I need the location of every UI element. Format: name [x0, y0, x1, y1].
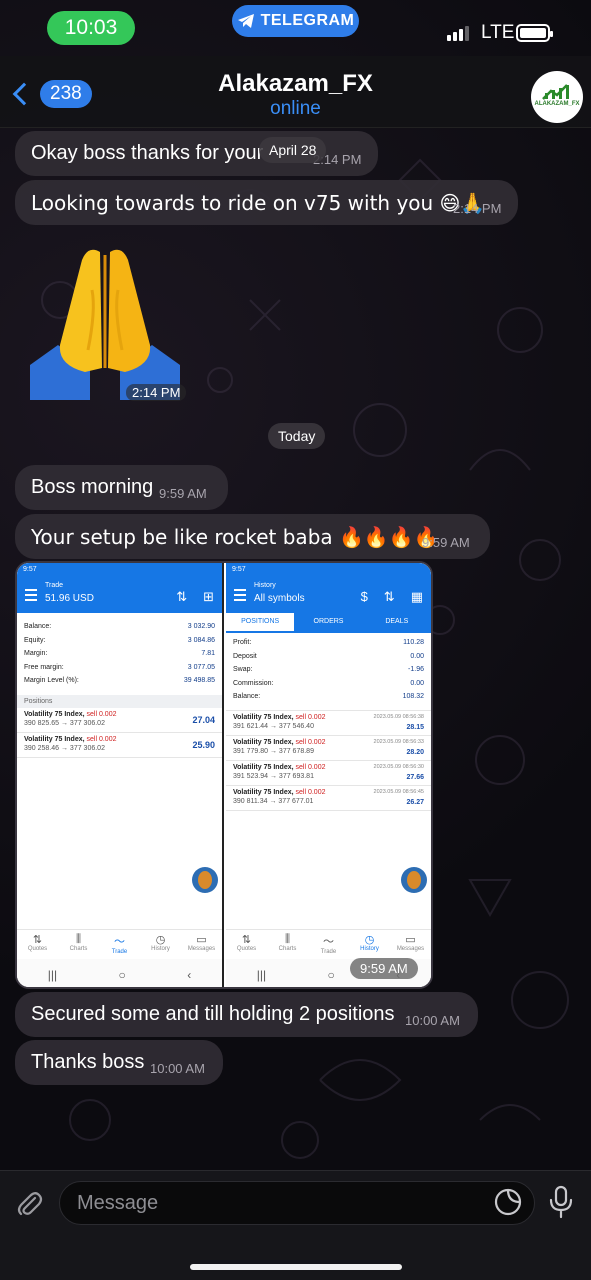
calendar-icon: ▦ [410, 589, 423, 604]
account-row: Margin Level (%): 39 498.85 [24, 677, 215, 684]
trade-screenshot: 9:57 Trade 51.96 USD ⇅ ⊞ Balance: 3 032.90… [17, 563, 224, 987]
message-time: 10:00 AM [150, 1061, 205, 1076]
sort-icon: ⇅ [383, 589, 395, 604]
image-time: 9:59 AM [350, 958, 418, 979]
trade-toolbar: Trade 51.96 USD ⇅ ⊞ [17, 577, 222, 613]
message-bubble[interactable]: Looking towards to ride on v75 with you … [15, 180, 518, 225]
chat-header: 238 Alakazam_FX online ALAKAZAM_FX [0, 56, 591, 128]
status-time: 10:03 [47, 11, 135, 45]
menu-icon [234, 589, 246, 604]
battery-icon [516, 24, 553, 42]
deal-row: Volatility 75 Index, sell 0.002 391 523.… [226, 761, 431, 786]
app-bottom-nav: ⇅ Quotes ⫼ Charts 〜 Trade ◷ History ▭ Message… [17, 929, 222, 959]
message-time: 9:59 AM [159, 486, 207, 501]
phone-status-time: 9:57 [226, 563, 431, 577]
positions-section-label: Positions [17, 694, 222, 708]
summary-row: Profit: 110.28 [233, 639, 424, 646]
message-bubble[interactable]: Boss morning 9:59 AM [15, 465, 228, 510]
message-input[interactable]: Message [59, 1181, 535, 1225]
app-badge-label: TELEGRAM [260, 12, 355, 29]
message-time: 10:00 AM [405, 1013, 460, 1028]
chat-title[interactable]: Alakazam_FX [0, 70, 591, 98]
deal-row: Volatility 75 Index, sell 0.002 390 811.… [226, 786, 431, 811]
sticker-time: 2:14 PM [126, 384, 187, 401]
floating-date-chip: April 28 [259, 137, 327, 163]
android-nav: |||○‹ [17, 959, 222, 987]
history-header-label: History [254, 582, 276, 589]
message-text: Secured some and till holding 2 position… [31, 1003, 395, 1025]
trade-header-label: Trade [45, 582, 64, 589]
position-row: Volatility 75 Index, sell 0.002 390 825.… [17, 708, 222, 733]
home-indicator [190, 1264, 402, 1270]
network-type: LTE [481, 22, 515, 43]
chat-avatar[interactable]: ALAKAZAM_FX [531, 71, 583, 123]
user-avatar [401, 867, 427, 893]
message-bubble[interactable]: Secured some and till holding 2 position… [15, 992, 478, 1037]
message-text: Okay boss thanks for your [31, 142, 264, 164]
telegram-chat-screen: 10:03 TELEGRAM LTE 238 Alakazam_FX onlin… [0, 0, 591, 1280]
sticker-icon[interactable] [494, 1188, 522, 1216]
account-row: Margin: 7.81 [24, 650, 215, 657]
image-message[interactable]: 9:57 Trade 51.96 USD ⇅ ⊞ Balance: 3 032.90… [15, 561, 433, 989]
message-bubble[interactable]: Thanks boss 10:00 AM [15, 1040, 223, 1085]
dollar-icon: $ [360, 589, 368, 604]
folded-hands-sticker[interactable] [30, 240, 180, 400]
app-bottom-nav: ⇅ Quotes ⫼ Charts 〜 Trade ◷ History ▭ Message… [226, 929, 431, 959]
position-row: Volatility 75 Index, sell 0.002 390 258.… [17, 733, 222, 758]
signal-icon [447, 26, 469, 41]
attachment-icon[interactable] [14, 1189, 44, 1219]
menu-icon [25, 589, 37, 604]
history-tabs: POSITIONS ORDERS DEALS [226, 613, 431, 633]
status-bar: 10:03 TELEGRAM LTE [0, 0, 591, 56]
telegram-icon [237, 14, 254, 28]
date-chip-today: Today [268, 423, 326, 449]
account-row: Balance: 3 032.90 [24, 623, 215, 630]
history-toolbar: History All symbols $ ⇅ ▦ [226, 577, 431, 613]
trade-header-value: 51.96 USD [45, 593, 94, 604]
summary-row: Swap: -1.96 [233, 666, 424, 673]
history-screenshot: 9:57 History All symbols $ ⇅ ▦ POSITIONS O… [226, 563, 431, 987]
message-placeholder: Message [77, 1192, 159, 1214]
avatar-logo-text: ALAKAZAM_FX [534, 101, 580, 107]
logo-chart-icon [542, 84, 569, 100]
account-row: Free margin: 3 077.05 [24, 663, 215, 671]
phone-status-time: 9:57 [17, 563, 222, 577]
summary-row: Commission: 0.00 [233, 679, 424, 687]
user-avatar [192, 867, 218, 893]
summary-row: Balance: 108.32 [233, 693, 424, 700]
account-row: Equity: 3 084.86 [24, 636, 215, 644]
message-text: Your setup be like rocket baba 🔥🔥🔥🔥 [31, 525, 439, 549]
sort-icon: ⇅ [176, 589, 188, 604]
deal-row: Volatility 75 Index, sell 0.002 391 621.… [226, 711, 431, 736]
history-header-value: All symbols [254, 593, 305, 604]
microphone-icon[interactable] [546, 1185, 576, 1219]
chat-status: online [270, 98, 321, 119]
message-text: Thanks boss [31, 1051, 145, 1073]
message-text: Looking towards to ride on v75 with you … [31, 191, 486, 215]
message-time: 2:14 PM [453, 201, 502, 216]
summary-row: Deposit 0.00 [233, 652, 424, 660]
message-text: Boss morning [31, 476, 154, 498]
new-order-icon: ⊞ [203, 589, 214, 604]
message-time: 9:59 AM [422, 535, 470, 550]
deal-row: Volatility 75 Index, sell 0.002 391 779.… [226, 736, 431, 761]
message-bubble[interactable]: Your setup be like rocket baba 🔥🔥🔥🔥 9:59… [15, 514, 490, 559]
telegram-return-pill[interactable]: TELEGRAM [232, 5, 359, 37]
